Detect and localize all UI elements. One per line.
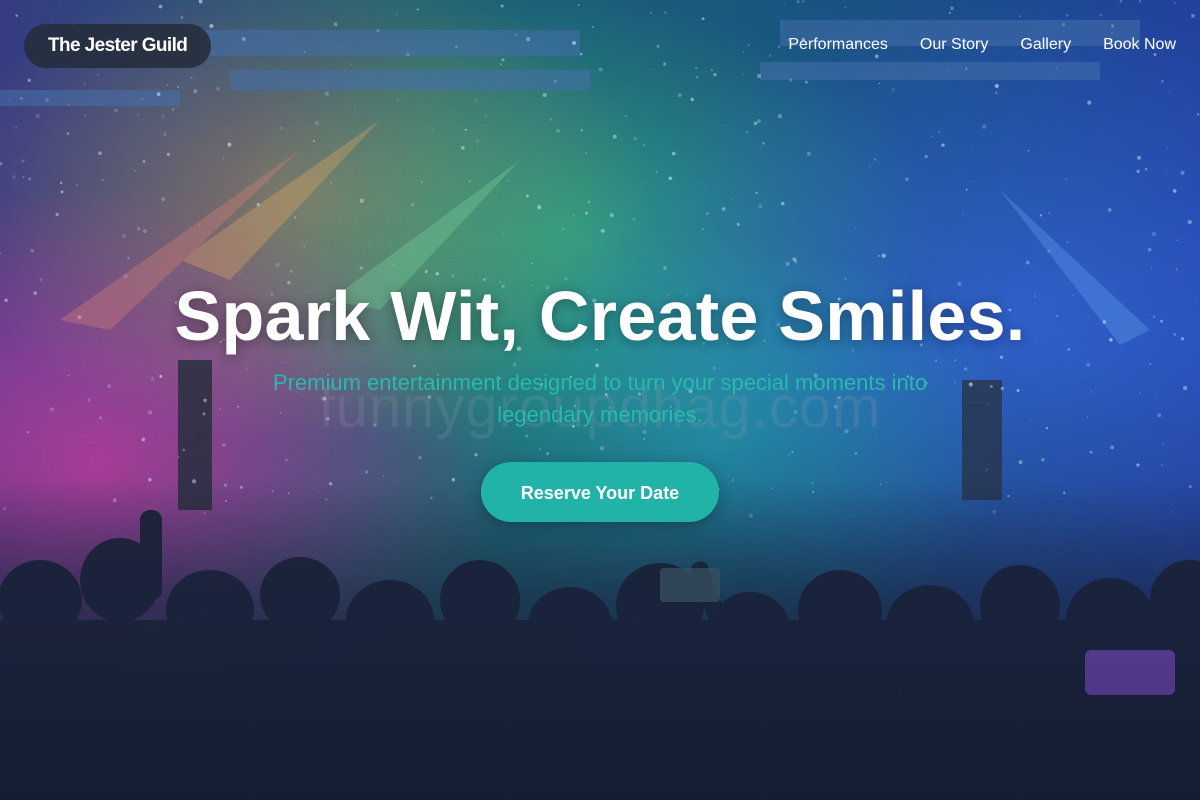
top-navigation: The Jester Guild Performances Our Story … — [0, 0, 1200, 92]
hero-section: The Jester Guild Performances Our Story … — [0, 0, 1200, 800]
reserve-date-button[interactable]: Reserve Your Date — [481, 462, 719, 522]
nav-link-our-story[interactable]: Our Story — [920, 35, 988, 55]
hero-subheadline: Premium entertainment designed to turn y… — [272, 370, 928, 427]
nav-link-performances[interactable]: Performances — [788, 35, 888, 55]
nav-link-book-now[interactable]: Book Now — [1103, 35, 1176, 55]
nav-link-gallery[interactable]: Gallery — [1020, 35, 1071, 55]
hero-headline: Spark Wit, Create Smiles. — [174, 277, 1026, 355]
main-nav: Performances Our Story Gallery Book Now — [788, 35, 1176, 55]
brand-logo[interactable]: The Jester Guild — [24, 24, 212, 68]
